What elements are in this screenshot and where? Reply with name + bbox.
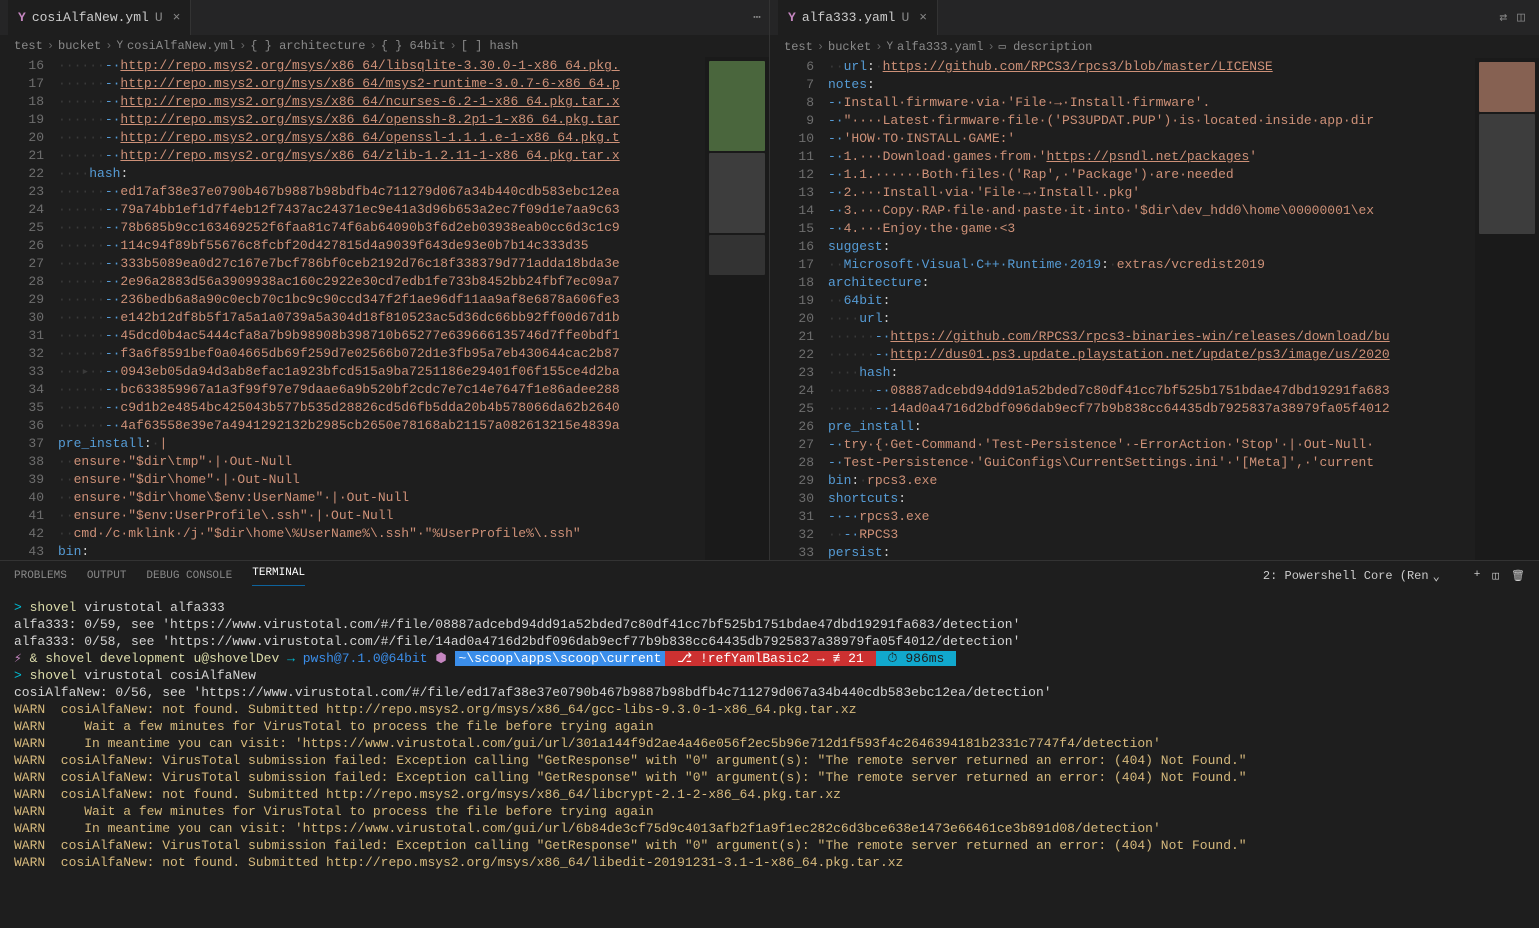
right-editor-pane: Y alfa333.yaml U × ⇄ ◫ test› bucket› Yal… (770, 0, 1539, 560)
left-editor[interactable]: 1617181920212223242526272829303132333435… (0, 57, 769, 560)
panel-tabs: PROBLEMS OUTPUT DEBUG CONSOLE TERMINAL 2… (0, 561, 1539, 591)
split-terminal-icon[interactable]: ◫ (1492, 569, 1499, 583)
tab-label: cosiAlfaNew.yml (32, 10, 149, 25)
right-editor[interactable]: 6789101112131415161718192021222324252627… (770, 58, 1539, 560)
yaml-icon: Y (18, 10, 26, 25)
chevron-down-icon: ⌄ (1433, 569, 1440, 584)
left-tabbar: Y cosiAlfaNew.yml U × ⋯ (0, 0, 769, 35)
kill-terminal-icon[interactable]: 🗑 (1511, 569, 1525, 583)
more-icon[interactable]: ⋯ (753, 10, 761, 25)
split-icon[interactable]: ◫ (1517, 10, 1525, 25)
tab-problems[interactable]: PROBLEMS (14, 570, 67, 582)
right-tabbar: Y alfa333.yaml U × ⇄ ◫ (770, 0, 1539, 35)
bottom-panel: PROBLEMS OUTPUT DEBUG CONSOLE TERMINAL 2… (0, 560, 1539, 928)
new-terminal-icon[interactable]: + (1474, 569, 1481, 583)
editor-split: Y cosiAlfaNew.yml U × ⋯ test› bucket› Yc… (0, 0, 1539, 560)
tab-alfa333[interactable]: Y alfa333.yaml U × (778, 0, 938, 35)
tab-output[interactable]: OUTPUT (87, 570, 127, 582)
tab-debug-console[interactable]: DEBUG CONSOLE (146, 570, 232, 582)
right-minimap[interactable] (1475, 58, 1539, 560)
tab-label: alfa333.yaml (802, 10, 896, 25)
terminal-selector[interactable]: 2: Powershell Core (Ren ⌄ (1263, 569, 1440, 584)
close-icon[interactable]: × (173, 10, 181, 25)
close-icon[interactable]: × (919, 10, 927, 25)
yaml-icon: Y (788, 10, 796, 25)
tab-cosialfa[interactable]: Y cosiAlfaNew.yml U × (8, 0, 191, 35)
left-editor-pane: Y cosiAlfaNew.yml U × ⋯ test› bucket› Yc… (0, 0, 770, 560)
tab-terminal[interactable]: TERMINAL (252, 567, 305, 586)
left-breadcrumb[interactable]: test› bucket› YcosiAlfaNew.yml› { } arch… (0, 35, 769, 57)
right-breadcrumb[interactable]: test› bucket› Yalfa333.yaml› ▭ descripti… (770, 35, 1539, 58)
tab-modified-badge: U (901, 10, 909, 25)
tab-modified-badge: U (155, 10, 163, 25)
terminal-content[interactable]: > shovel virustotal alfa333alfa333: 0/59… (0, 591, 1539, 928)
compare-icon[interactable]: ⇄ (1499, 10, 1507, 25)
left-minimap[interactable] (705, 57, 769, 560)
